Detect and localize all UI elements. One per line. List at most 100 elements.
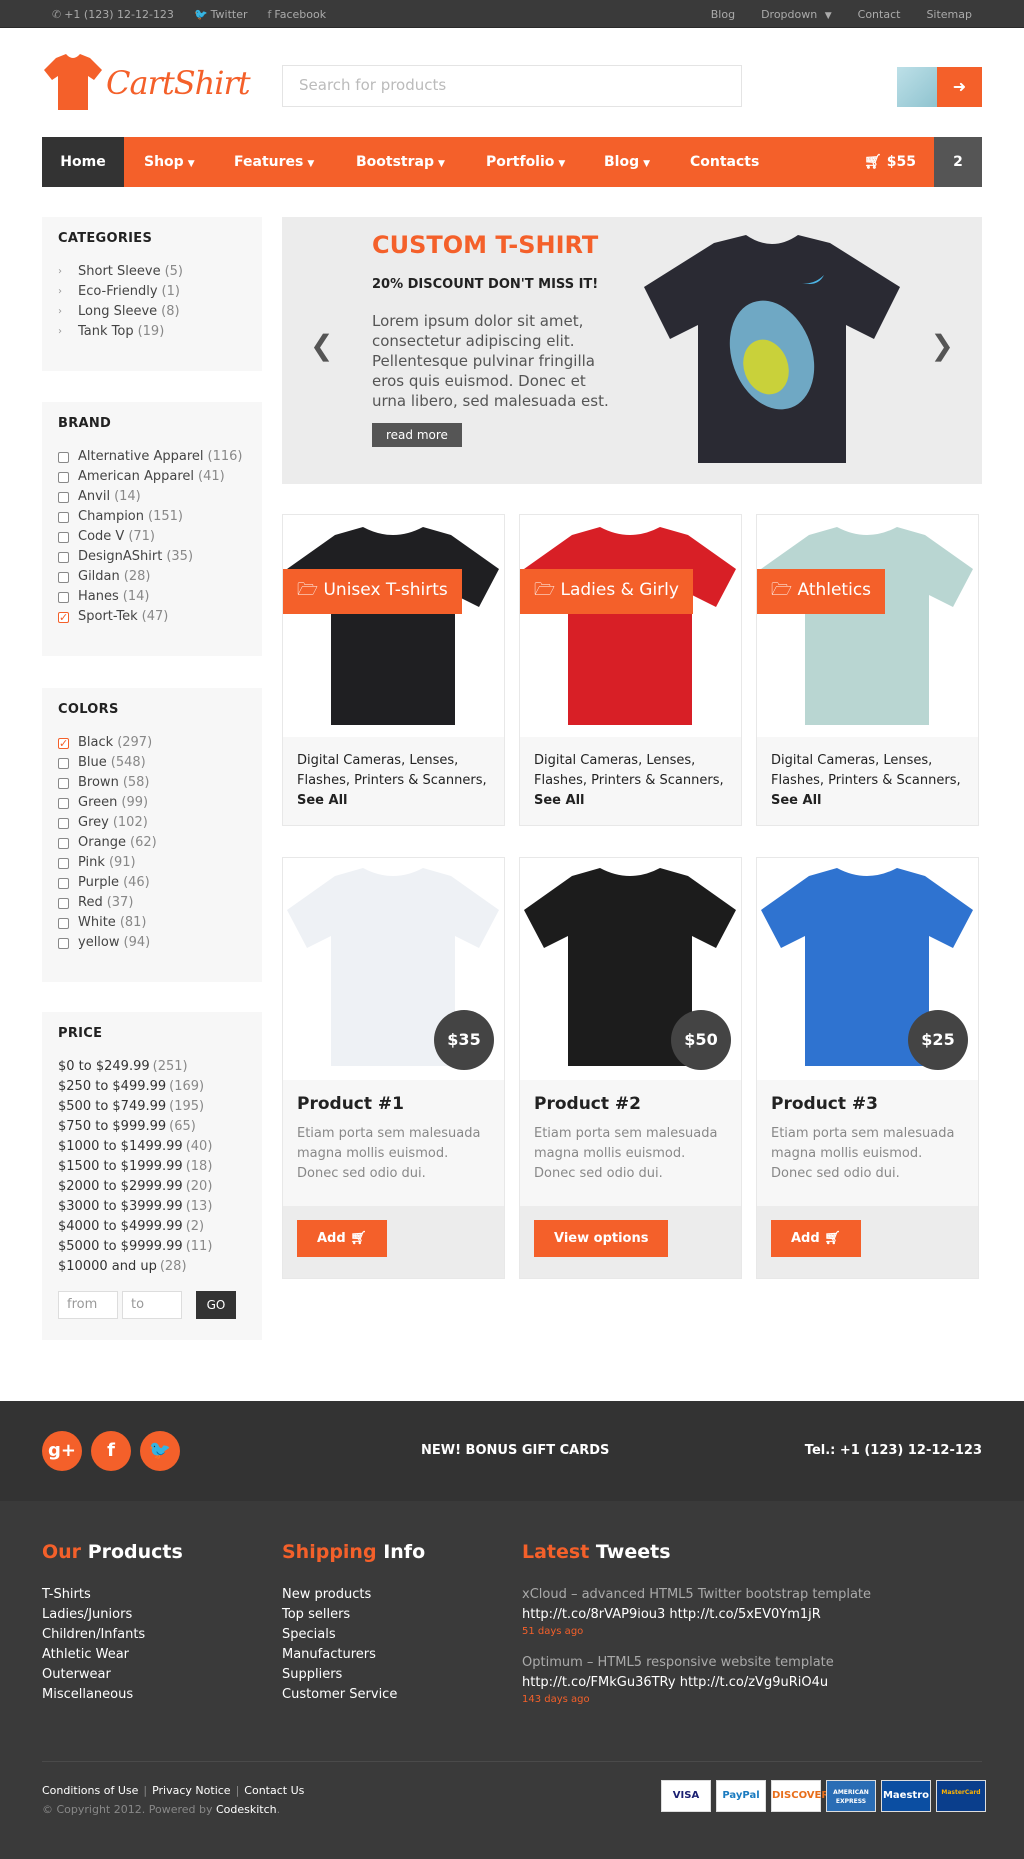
color-item[interactable]: Green (99) bbox=[58, 793, 246, 813]
price-range-item[interactable]: $1500 to $1999.99 (18) bbox=[58, 1157, 246, 1177]
footer-product-link[interactable]: Outerwear bbox=[42, 1665, 183, 1685]
footer-product-link[interactable]: Miscellaneous bbox=[42, 1685, 183, 1705]
color-checkbox[interactable] bbox=[58, 777, 69, 789]
price-range-item[interactable]: $1000 to $1499.99 (40) bbox=[58, 1137, 246, 1157]
category-item[interactable]: › Tank Top (19) bbox=[58, 322, 246, 342]
color-checkbox[interactable] bbox=[58, 877, 69, 889]
bonus-gift-cards[interactable]: NEW! BONUS GIFT CARDS bbox=[421, 1443, 609, 1458]
cart-thumbnail[interactable] bbox=[897, 67, 937, 107]
price-range-item[interactable]: $0 to $249.99 (251) bbox=[58, 1057, 246, 1077]
footer-shipping-link[interactable]: New products bbox=[282, 1585, 425, 1605]
color-item[interactable]: White (81) bbox=[58, 913, 246, 933]
color-item[interactable]: Pink (91) bbox=[58, 853, 246, 873]
brand-item[interactable]: Code V (71) bbox=[58, 527, 246, 547]
color-item[interactable]: Orange (62) bbox=[58, 833, 246, 853]
add-to-cart-button[interactable]: Add 🛒︎ bbox=[771, 1220, 861, 1257]
color-checkbox[interactable] bbox=[58, 917, 69, 929]
brand-item[interactable]: Sport-Tek(47) bbox=[58, 607, 246, 628]
category-card[interactable]: 🗁 Athletics Digital Cameras, Lenses, Flas… bbox=[756, 514, 979, 826]
top-link-dropdown[interactable]: Dropdown ▼ bbox=[761, 8, 832, 21]
color-item[interactable]: Blue (548) bbox=[58, 753, 246, 773]
price-range-item[interactable]: $5000 to $9999.99 (11) bbox=[58, 1237, 246, 1257]
brand-checkbox[interactable] bbox=[58, 511, 69, 523]
category-link[interactable]: Printers & Scanners bbox=[354, 773, 482, 788]
color-item[interactable]: Black(297) bbox=[58, 733, 246, 754]
brand-checkbox[interactable] bbox=[58, 471, 69, 483]
nav-blog[interactable]: Blog ▼ bbox=[604, 137, 650, 187]
footer-product-link[interactable]: Children/Infants bbox=[42, 1625, 183, 1645]
search-input[interactable]: Search for products bbox=[282, 65, 742, 107]
price-range-item[interactable]: $10000 and up (28) bbox=[58, 1257, 246, 1277]
category-tag[interactable]: 🗁 Unisex T-shirts bbox=[283, 569, 462, 614]
category-link[interactable]: Digital Cameras bbox=[771, 753, 875, 768]
footer-shipping-link[interactable]: Specials bbox=[282, 1625, 425, 1645]
category-link[interactable]: Digital Cameras bbox=[297, 753, 401, 768]
category-link[interactable]: Flashes bbox=[534, 773, 583, 788]
nav-cart-total[interactable]: 🛒︎ $55 bbox=[864, 137, 916, 187]
category-item[interactable]: › Long Sleeve (8) bbox=[58, 302, 246, 322]
color-item[interactable]: Red (37) bbox=[58, 893, 246, 913]
twitter-link[interactable]: 🐦 Twitter bbox=[194, 8, 248, 21]
category-link[interactable]: Lenses bbox=[646, 753, 691, 768]
product-title[interactable]: Product #3 bbox=[771, 1094, 964, 1114]
color-item[interactable]: yellow (94) bbox=[58, 933, 246, 953]
product-title[interactable]: Product #2 bbox=[534, 1094, 727, 1114]
price-range-item[interactable]: $4000 to $4999.99 (2) bbox=[58, 1217, 246, 1237]
brand-checkbox[interactable] bbox=[58, 491, 69, 503]
nav-features[interactable]: Features ▼ bbox=[234, 137, 314, 187]
color-item[interactable]: Purple (46) bbox=[58, 873, 246, 893]
nav-shop[interactable]: Shop ▼ bbox=[144, 137, 195, 187]
read-more-button[interactable]: read more bbox=[372, 423, 462, 447]
category-link[interactable]: Flashes bbox=[297, 773, 346, 788]
nav-contacts[interactable]: Contacts bbox=[690, 137, 759, 187]
footer-shipping-link[interactable]: Suppliers bbox=[282, 1665, 425, 1685]
footer-bottom-link[interactable]: Contact Us bbox=[244, 1784, 304, 1797]
brand-checkbox[interactable] bbox=[58, 531, 69, 543]
color-checkbox[interactable] bbox=[58, 757, 69, 769]
brand-item[interactable]: American Apparel (41) bbox=[58, 467, 246, 487]
facebook-link[interactable]: f Facebook bbox=[268, 8, 327, 21]
color-checkbox[interactable] bbox=[58, 897, 69, 909]
color-checkbox[interactable] bbox=[58, 937, 69, 949]
price-range-item[interactable]: $500 to $749.99 (195) bbox=[58, 1097, 246, 1117]
category-link[interactable]: Flashes bbox=[771, 773, 820, 788]
category-card[interactable]: 🗁 Unisex T-shirts Digital Cameras, Lenses… bbox=[282, 514, 505, 826]
top-link-contact[interactable]: Contact bbox=[858, 8, 901, 21]
category-link[interactable]: Printers & Scanners bbox=[828, 773, 956, 788]
footer-shipping-link[interactable]: Customer Service bbox=[282, 1685, 425, 1705]
add-to-cart-button[interactable]: Add 🛒︎ bbox=[297, 1220, 387, 1257]
price-to-input[interactable]: to bbox=[122, 1291, 182, 1319]
see-all-link[interactable]: See All bbox=[534, 793, 585, 808]
google-plus-icon[interactable]: g+ bbox=[42, 1431, 82, 1471]
color-item[interactable]: Brown (58) bbox=[58, 773, 246, 793]
brand-checkbox[interactable] bbox=[58, 591, 69, 603]
category-link[interactable]: Lenses bbox=[409, 753, 454, 768]
category-tag[interactable]: 🗁 Ladies & Girly bbox=[520, 569, 693, 614]
color-checkbox[interactable] bbox=[58, 797, 69, 809]
footer-bottom-link[interactable]: Conditions of Use bbox=[42, 1784, 138, 1797]
login-button[interactable]: ➜ bbox=[937, 67, 982, 107]
footer-bottom-link[interactable]: Privacy Notice bbox=[152, 1784, 230, 1797]
nav-portfolio[interactable]: Portfolio ▼ bbox=[486, 137, 565, 187]
product-title[interactable]: Product #1 bbox=[297, 1094, 490, 1114]
tweet-url[interactable]: http://t.co/8rVAP9iou3 http://t.co/5xEV0… bbox=[522, 1607, 821, 1622]
brand-item[interactable]: Champion (151) bbox=[58, 507, 246, 527]
chevron-left-icon[interactable]: ❮ bbox=[310, 329, 333, 362]
top-link-blog[interactable]: Blog bbox=[711, 8, 735, 21]
brand-item[interactable]: DesignAShirt (35) bbox=[58, 547, 246, 567]
facebook-icon[interactable]: f bbox=[91, 1431, 131, 1471]
chevron-right-icon[interactable]: ❯ bbox=[931, 329, 954, 362]
tweet-url[interactable]: http://t.co/FMkGu36TRy http://t.co/zVg9u… bbox=[522, 1675, 828, 1690]
brand-item[interactable]: Anvil (14) bbox=[58, 487, 246, 507]
brand-item[interactable]: Hanes (14) bbox=[58, 587, 246, 607]
see-all-link[interactable]: See All bbox=[297, 793, 348, 808]
price-range-item[interactable]: $3000 to $3999.99 (13) bbox=[58, 1197, 246, 1217]
brand-checkbox[interactable] bbox=[58, 608, 69, 628]
color-checkbox[interactable] bbox=[58, 817, 69, 829]
view-options-button[interactable]: View options bbox=[534, 1220, 669, 1257]
category-item[interactable]: › Short Sleeve (5) bbox=[58, 262, 246, 282]
color-checkbox[interactable] bbox=[58, 837, 69, 849]
brand-item[interactable]: Alternative Apparel (116) bbox=[58, 447, 246, 467]
category-link[interactable]: Digital Cameras bbox=[534, 753, 638, 768]
price-go-button[interactable]: GO bbox=[196, 1291, 236, 1319]
